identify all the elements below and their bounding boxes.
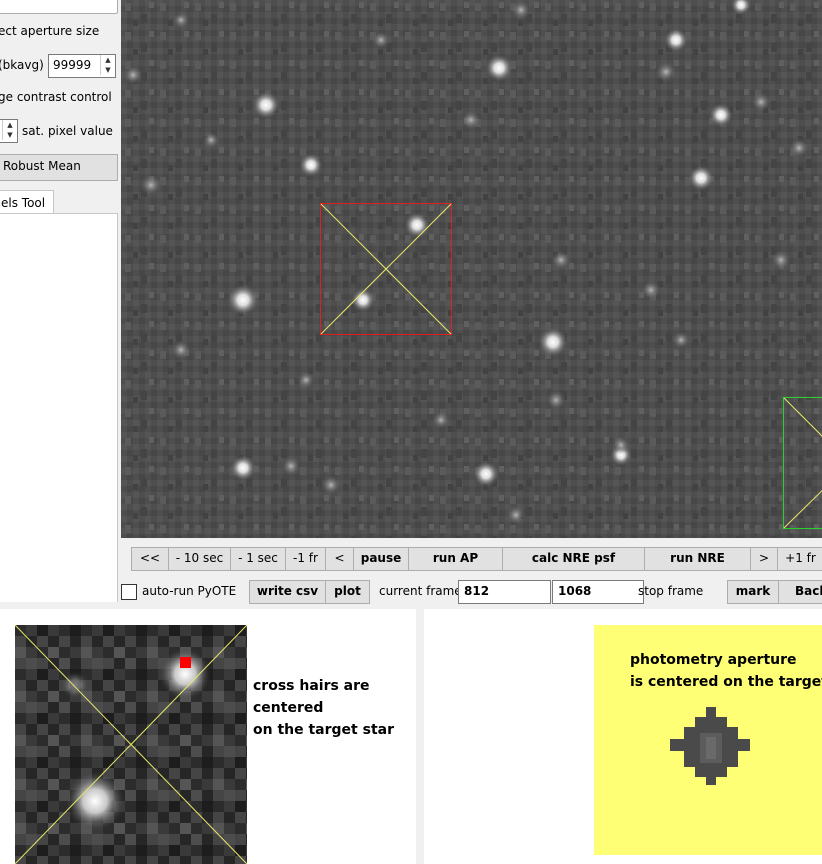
spin-arrows-icon[interactable]: ▲ ▼ <box>100 55 115 75</box>
bkavg-spinbox[interactable]: 99999 ▲ ▼ <box>48 54 116 78</box>
run-nre-button[interactable]: run NRE <box>644 547 751 571</box>
aperture-note: photometry aperture is centered on the t… <box>630 649 822 693</box>
bkavg-value: 99999 <box>53 58 92 72</box>
robust-mean-button[interactable]: Robust Mean <box>0 154 118 181</box>
note-line: on the target star <box>253 722 394 738</box>
current-frame-field[interactable]: 812 <box>458 580 551 604</box>
note-line: cross hairs are <box>253 678 370 694</box>
note-line: centered <box>253 700 324 716</box>
target-zoom-panel: cross hairs are centered on the target s… <box>0 609 416 864</box>
sat-pixel-label: sat. pixel value <box>22 124 113 138</box>
run-ap-button[interactable]: run AP <box>408 547 503 571</box>
plot-button[interactable]: plot <box>325 580 370 604</box>
spin-arrows-icon[interactable]: ▲ ▼ <box>2 120 17 140</box>
tool-pane <box>0 213 118 602</box>
back-10-sec-button[interactable]: - 10 sec <box>168 547 231 571</box>
stop-frame-label: stop frame <box>638 584 704 598</box>
stop-frame-field[interactable]: 1068 <box>552 580 644 604</box>
back-button[interactable]: Back <box>778 580 822 604</box>
first-frame-button[interactable]: << <box>131 547 169 571</box>
zoomed-star-thumbnail[interactable] <box>15 625 247 864</box>
aperture-preview-panel: photometry aperture is centered on the t… <box>424 609 822 864</box>
sat-pixel-spinbox[interactable]: ▲ ▼ <box>0 119 18 143</box>
frame-image-view[interactable] <box>121 0 822 538</box>
forward-1-frame-button[interactable]: +1 fr <box>777 547 822 571</box>
back-1-frame-button[interactable]: -1 fr <box>285 547 326 571</box>
auto-run-pyote-checkbox[interactable] <box>121 584 137 600</box>
pause-button[interactable]: pause <box>353 547 409 571</box>
contrast-control-label: ge contrast control <box>0 90 112 104</box>
mark-button[interactable]: mark <box>727 580 779 604</box>
aperture-size-label: ect aperture size <box>0 24 100 38</box>
calc-nre-psf-button[interactable]: calc NRE psf <box>502 547 645 571</box>
step-back-button[interactable]: < <box>325 547 354 571</box>
note-line: is centered on the target <box>630 674 822 690</box>
tab-label: els Tool <box>1 196 46 210</box>
note-line: photometry aperture <box>630 652 797 668</box>
auto-run-pyote-label: auto-run PyOTE <box>142 584 237 598</box>
star-marker <box>180 657 191 668</box>
left-control-panel: ect aperture size (bkavg) 99999 ▲ ▼ ge co… <box>0 0 120 602</box>
star-field <box>121 0 822 538</box>
robust-mean-label: Robust Mean <box>3 159 81 173</box>
bkavg-label: (bkavg) <box>0 58 44 72</box>
tab-pixels-tool[interactable]: els Tool <box>0 190 54 215</box>
aperture-mask-shape <box>670 707 750 785</box>
top-dropdown[interactable] <box>0 0 118 14</box>
write-csv-button[interactable]: write csv <box>249 580 326 604</box>
step-forward-button[interactable]: > <box>750 547 778 571</box>
crosshair-note: cross hairs are centered on the target s… <box>253 675 394 741</box>
current-frame-label: current frame <box>379 584 462 598</box>
back-1-sec-button[interactable]: - 1 sec <box>230 547 286 571</box>
aperture-highlight: photometry aperture is centered on the t… <box>594 625 822 855</box>
